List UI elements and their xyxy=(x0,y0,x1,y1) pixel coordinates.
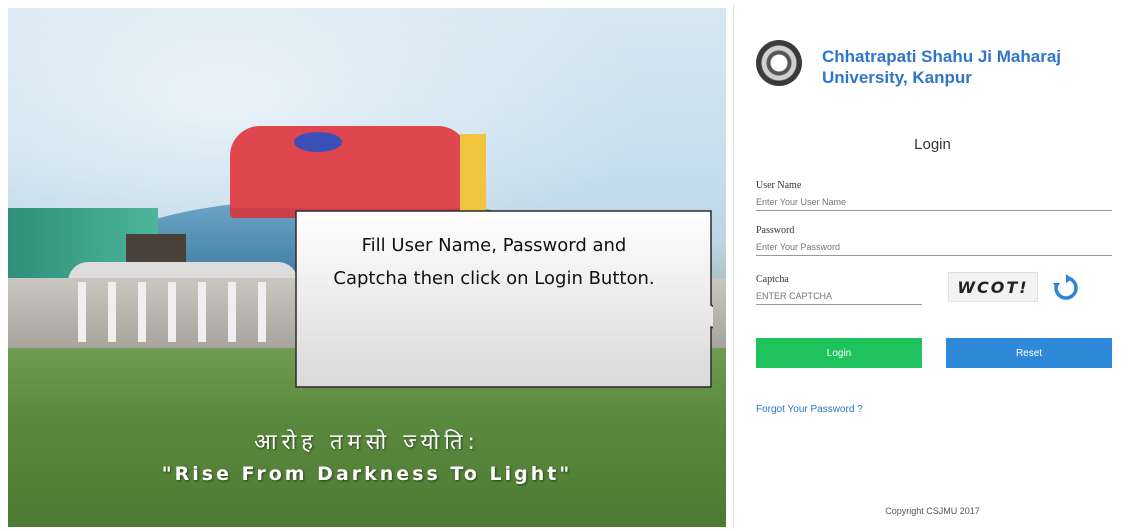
login-button[interactable]: Login xyxy=(756,338,922,368)
captcha-label: Captcha xyxy=(756,274,789,285)
motto-english: "Rise From Darkness To Light" xyxy=(161,463,573,485)
building-oval-window xyxy=(294,132,342,152)
instruction-callout: Fill User Name, Password and Captcha the… xyxy=(294,209,713,389)
university-logo xyxy=(756,40,802,86)
password-label: Password xyxy=(756,225,795,236)
refresh-icon[interactable] xyxy=(1052,274,1080,302)
username-label: User Name xyxy=(756,180,802,191)
motto-hindi: आरोह तमसो ज्योति: xyxy=(254,430,480,455)
forgot-password-link[interactable]: Forgot Your Password ? xyxy=(756,404,863,415)
login-title: Login xyxy=(914,136,951,153)
username-input[interactable] xyxy=(756,194,1112,211)
captcha-image: WCOT! xyxy=(948,272,1038,302)
password-input[interactable] xyxy=(756,239,1112,256)
login-panel: Chhatrapati Shahu Ji Maharaj University,… xyxy=(733,4,1131,528)
building-dark-block xyxy=(126,234,186,264)
university-name: Chhatrapati Shahu Ji Maharaj University,… xyxy=(822,47,1061,87)
callout-text: Fill User Name, Password and Captcha the… xyxy=(333,235,655,289)
copyright-text: Copyright CSJMU 2017 xyxy=(885,506,980,516)
reset-button[interactable]: Reset xyxy=(946,338,1112,368)
building-pillars xyxy=(78,282,278,342)
building-red-block xyxy=(230,126,468,218)
captcha-input[interactable] xyxy=(756,288,922,305)
